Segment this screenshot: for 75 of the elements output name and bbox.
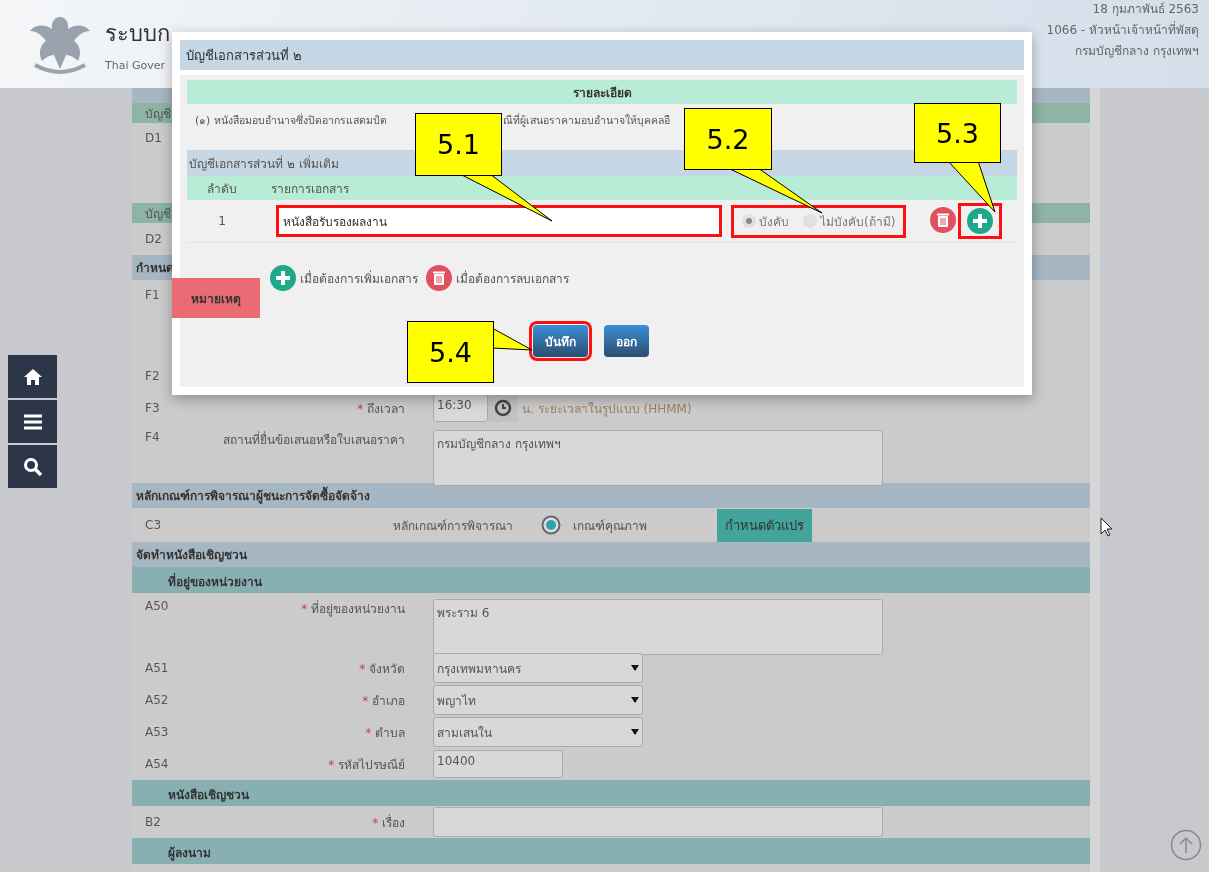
field-code: D1 (144, 131, 163, 145)
callout-label: 5.1 (415, 113, 502, 176)
dialog-title: บัญชีเอกสารส่วนที่ ๒ (180, 40, 1024, 70)
field-code: B2 (144, 815, 162, 829)
textarea-field[interactable]: กรมบัญชีกลาง กรุงเทพฯ (433, 430, 883, 486)
user-role: 1066 - หัวหน้าเจ้าหน้าที่พัสดุ (1046, 20, 1199, 39)
home-icon (22, 367, 43, 386)
plus-icon (270, 265, 296, 291)
field-code: F4 (144, 430, 161, 444)
field-label: * ตำบล (364, 724, 405, 742)
radio-button[interactable] (541, 515, 561, 535)
field-label: หลักเกณฑ์การพิจารณา (392, 517, 513, 535)
field-label: สถานที่ยื่นข้อเสนอหรือใบเสนอราคา (222, 430, 405, 449)
delete-icon (426, 265, 452, 291)
set-variables-button[interactable]: กำหนดตัวแปร (717, 508, 812, 542)
dropdown[interactable]: สามเสนใน (433, 717, 643, 747)
organization-text: กรมบัญชีกลาง กรุงเทพฯ (1075, 42, 1199, 60)
input-field[interactable] (433, 807, 883, 837)
dialog-button[interactable]: ออก (604, 325, 649, 357)
system-title: ระบบก (105, 20, 170, 48)
add-button[interactable] (958, 203, 1003, 239)
caret-icon (631, 729, 639, 735)
search-icon (22, 456, 43, 477)
field-label: * จังหวัด (358, 660, 405, 678)
column-header: ลำดับ (206, 180, 238, 198)
note-tag: หมายเหตุ (172, 278, 260, 318)
search-button[interactable] (8, 445, 57, 488)
column-header: รายการเอกสาร (271, 180, 349, 198)
field-label: * ถึงเวลา (356, 400, 405, 418)
dropdown[interactable]: พญาไท (433, 685, 643, 715)
cursor-icon (1100, 517, 1113, 537)
subsection-bar: หนังสือเชิญชวน (132, 780, 1090, 806)
field-code: A53 (144, 725, 170, 739)
subsection-bar: ผู้ลงนาม (132, 838, 1090, 864)
field-code: F2 (144, 369, 161, 383)
time-hint: น. ระยะเวลาในรูปแบบ (HHMM) (522, 400, 692, 418)
dropdown[interactable]: กรุงเทพมหานคร (433, 653, 643, 683)
field-label: * อำเภอ (361, 692, 405, 710)
callout-pointer (948, 161, 995, 212)
caret-icon (631, 697, 639, 703)
field-code: F3 (144, 401, 161, 415)
clock-icon[interactable] (488, 394, 518, 422)
caret-icon (631, 665, 639, 671)
textarea-field[interactable]: พระราม 6 (433, 599, 883, 655)
subsection-bar: ที่อยู่ของหน่วยงาน (132, 567, 1090, 593)
field-code: C3 (144, 518, 162, 532)
field-code: F1 (144, 288, 161, 302)
plus-icon (967, 208, 994, 234)
field-code: A51 (144, 661, 170, 675)
field-label: * รหัสไปรษณีย์ (327, 756, 405, 774)
section-bar: หลักเกณฑ์การพิจารณาผู้ชนะการจัดซื้อจัดจ้าง (132, 483, 1090, 508)
menu-button[interactable] (8, 400, 57, 443)
scroll-top-icon[interactable] (1170, 829, 1202, 861)
callout-label: 5.2 (684, 108, 772, 170)
time-field[interactable]: 16:30 (433, 394, 488, 422)
field-code: A52 (144, 693, 170, 707)
system-subtitle: Thai Gover (105, 59, 167, 72)
detail-text: (๑) หนังสือมอบอำนาจซึ่งปิดอากรแสตมป์ต (195, 114, 387, 126)
callout-pointer (492, 328, 532, 350)
field-label: * เรื่อง (371, 813, 405, 832)
detail-heading: รายละเอียด (187, 80, 1017, 104)
field-code: A54 (144, 757, 170, 771)
callout-label: 5.4 (407, 321, 494, 383)
radio-label: เกณฑ์คุณภาพ (573, 517, 647, 535)
field-code: A50 (144, 599, 170, 613)
input-field[interactable]: 10400 (433, 750, 563, 778)
radio-button[interactable] (742, 214, 756, 228)
delete-icon (930, 206, 957, 233)
document-name-field[interactable]: หนังสือรับรองผลงาน (276, 205, 722, 237)
field-code: D2 (144, 232, 163, 246)
menu-icon (22, 413, 43, 430)
date-text: 18 กุมภาพันธ์ 2563 (1092, 0, 1199, 18)
field-label: * ที่อยู่ของหน่วยงาน (300, 599, 405, 618)
section-bar: จัดทำหนังสือเชิญชวน (132, 542, 1090, 567)
home-button[interactable] (8, 355, 57, 398)
